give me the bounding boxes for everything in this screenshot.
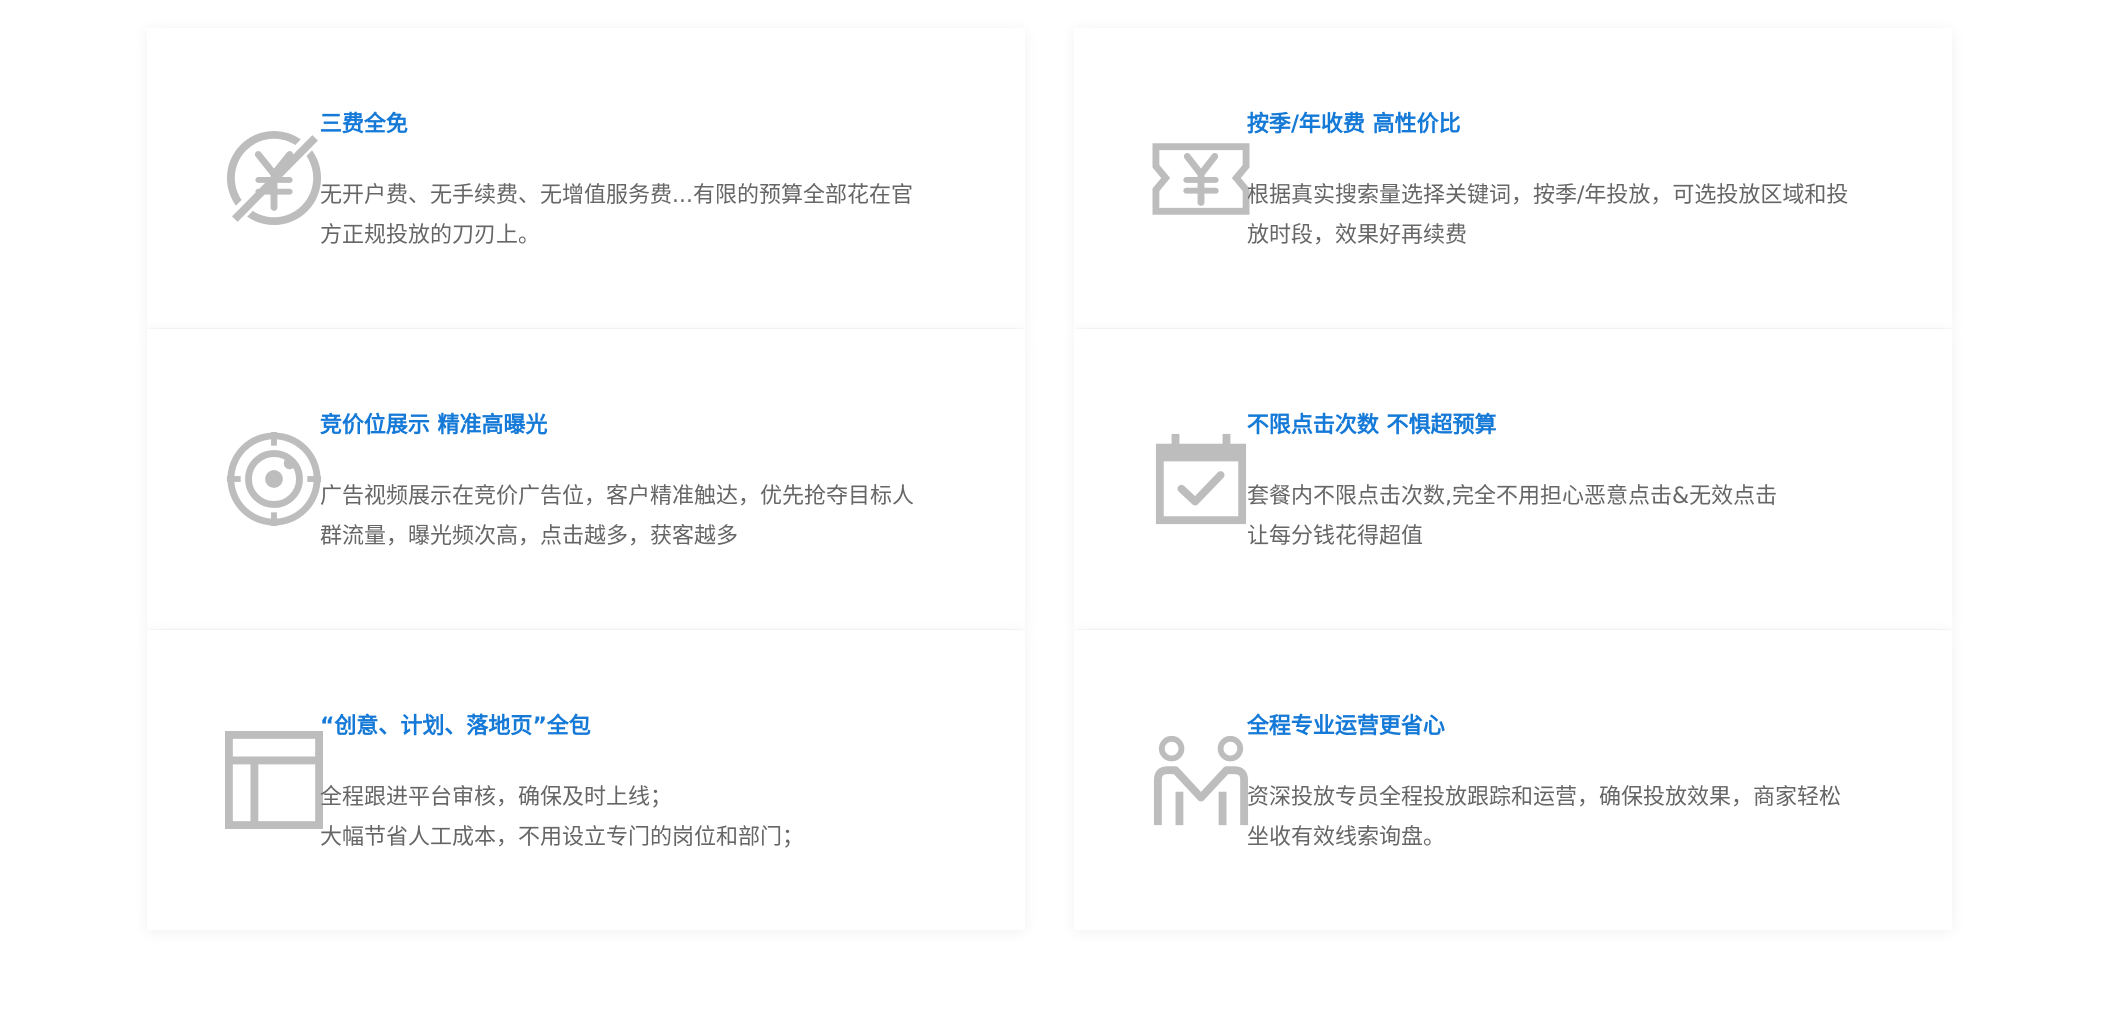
- ticket-yuan-icon: [1152, 129, 1250, 227]
- layout-page-icon: [225, 731, 323, 829]
- radar-target-icon: [225, 430, 323, 528]
- feature-card-unlimited-clicks: 不限点击次数 不惧超预算 套餐内不限点击次数,完全不用担心恶意点击&无效点击 让…: [1074, 329, 1952, 629]
- feature-card-seasonal-pricing: 按季/年收费 高性价比 根据真实搜索量选择关键词，按季/年投放，可选投放区域和投…: [1074, 28, 1952, 328]
- feature-description-line: 根据真实搜索量选择关键词，按季/年投放，可选投放区域和投: [1247, 183, 1849, 208]
- feature-title: “创意、计划、落地页”全包: [320, 714, 591, 739]
- feature-description: 全程跟进平台审核，确保及时上线； 大幅节省人工成本，不用设立专门的岗位和部门；: [320, 778, 960, 858]
- feature-description-line: 方正规投放的刀刃上。: [320, 223, 541, 248]
- feature-title: 竞价位展示 精准高曝光: [320, 413, 548, 438]
- feature-description-line: 全程跟进平台审核，确保及时上线；: [320, 785, 673, 810]
- feature-description: 广告视频展示在竞价广告位，客户精准触达，优先抢夺目标人 群流量，曝光频次高，点击…: [320, 477, 960, 557]
- feature-title: 按季/年收费 高性价比: [1247, 112, 1461, 137]
- feature-description-line: 套餐内不限点击次数,完全不用担心恶意点击&无效点击: [1247, 484, 1778, 509]
- feature-description-line: 广告视频展示在竞价广告位，客户精准触达，优先抢夺目标人: [320, 484, 915, 509]
- no-fee-yuan-icon: [225, 129, 323, 227]
- feature-description-line: 坐收有效线索询盘。: [1247, 825, 1446, 850]
- feature-title: 不限点击次数 不惧超预算: [1247, 413, 1497, 438]
- feature-description-line: 群流量，曝光频次高，点击越多，获客越多: [320, 524, 739, 549]
- feature-description-line: 让每分钱花得超值: [1247, 524, 1424, 549]
- feature-title: 三费全免: [320, 112, 409, 137]
- feature-card-pro-operation: 全程专业运营更省心 资深投放专员全程投放跟踪和运营，确保投放效果，商家轻松 坐收…: [1074, 630, 1952, 930]
- feature-description: 无开户费、无手续费、无增值服务费...有限的预算全部花在官 方正规投放的刀刃上。: [320, 176, 960, 256]
- service-team-icon: [1152, 731, 1250, 829]
- feature-grid: 三费全免 无开户费、无手续费、无增值服务费...有限的预算全部花在官 方正规投放…: [0, 0, 2108, 1010]
- feature-description-line: 大幅节省人工成本，不用设立专门的岗位和部门；: [320, 825, 805, 850]
- feature-card-no-fees: 三费全免 无开户费、无手续费、无增值服务费...有限的预算全部花在官 方正规投放…: [147, 28, 1025, 328]
- feature-card-bidding-exposure: 竞价位展示 精准高曝光 广告视频展示在竞价广告位，客户精准触达，优先抢夺目标人 …: [147, 329, 1025, 629]
- feature-description: 根据真实搜索量选择关键词，按季/年投放，可选投放区域和投 放时段，效果好再续费: [1247, 176, 1887, 256]
- feature-title: 全程专业运营更省心: [1247, 714, 1446, 739]
- feature-description: 资深投放专员全程投放跟踪和运营，确保投放效果，商家轻松 坐收有效线索询盘。: [1247, 778, 1887, 858]
- feature-description-line: 资深投放专员全程投放跟踪和运营，确保投放效果，商家轻松: [1247, 785, 1842, 810]
- feature-card-full-package: “创意、计划、落地页”全包 全程跟进平台审核，确保及时上线； 大幅节省人工成本，…: [147, 630, 1025, 930]
- calendar-check-icon: [1152, 430, 1250, 528]
- feature-description-line: 放时段，效果好再续费: [1247, 223, 1468, 248]
- feature-description: 套餐内不限点击次数,完全不用担心恶意点击&无效点击 让每分钱花得超值: [1247, 477, 1887, 557]
- feature-description-line: 无开户费、无手续费、无增值服务费...有限的预算全部花在官: [320, 183, 913, 208]
